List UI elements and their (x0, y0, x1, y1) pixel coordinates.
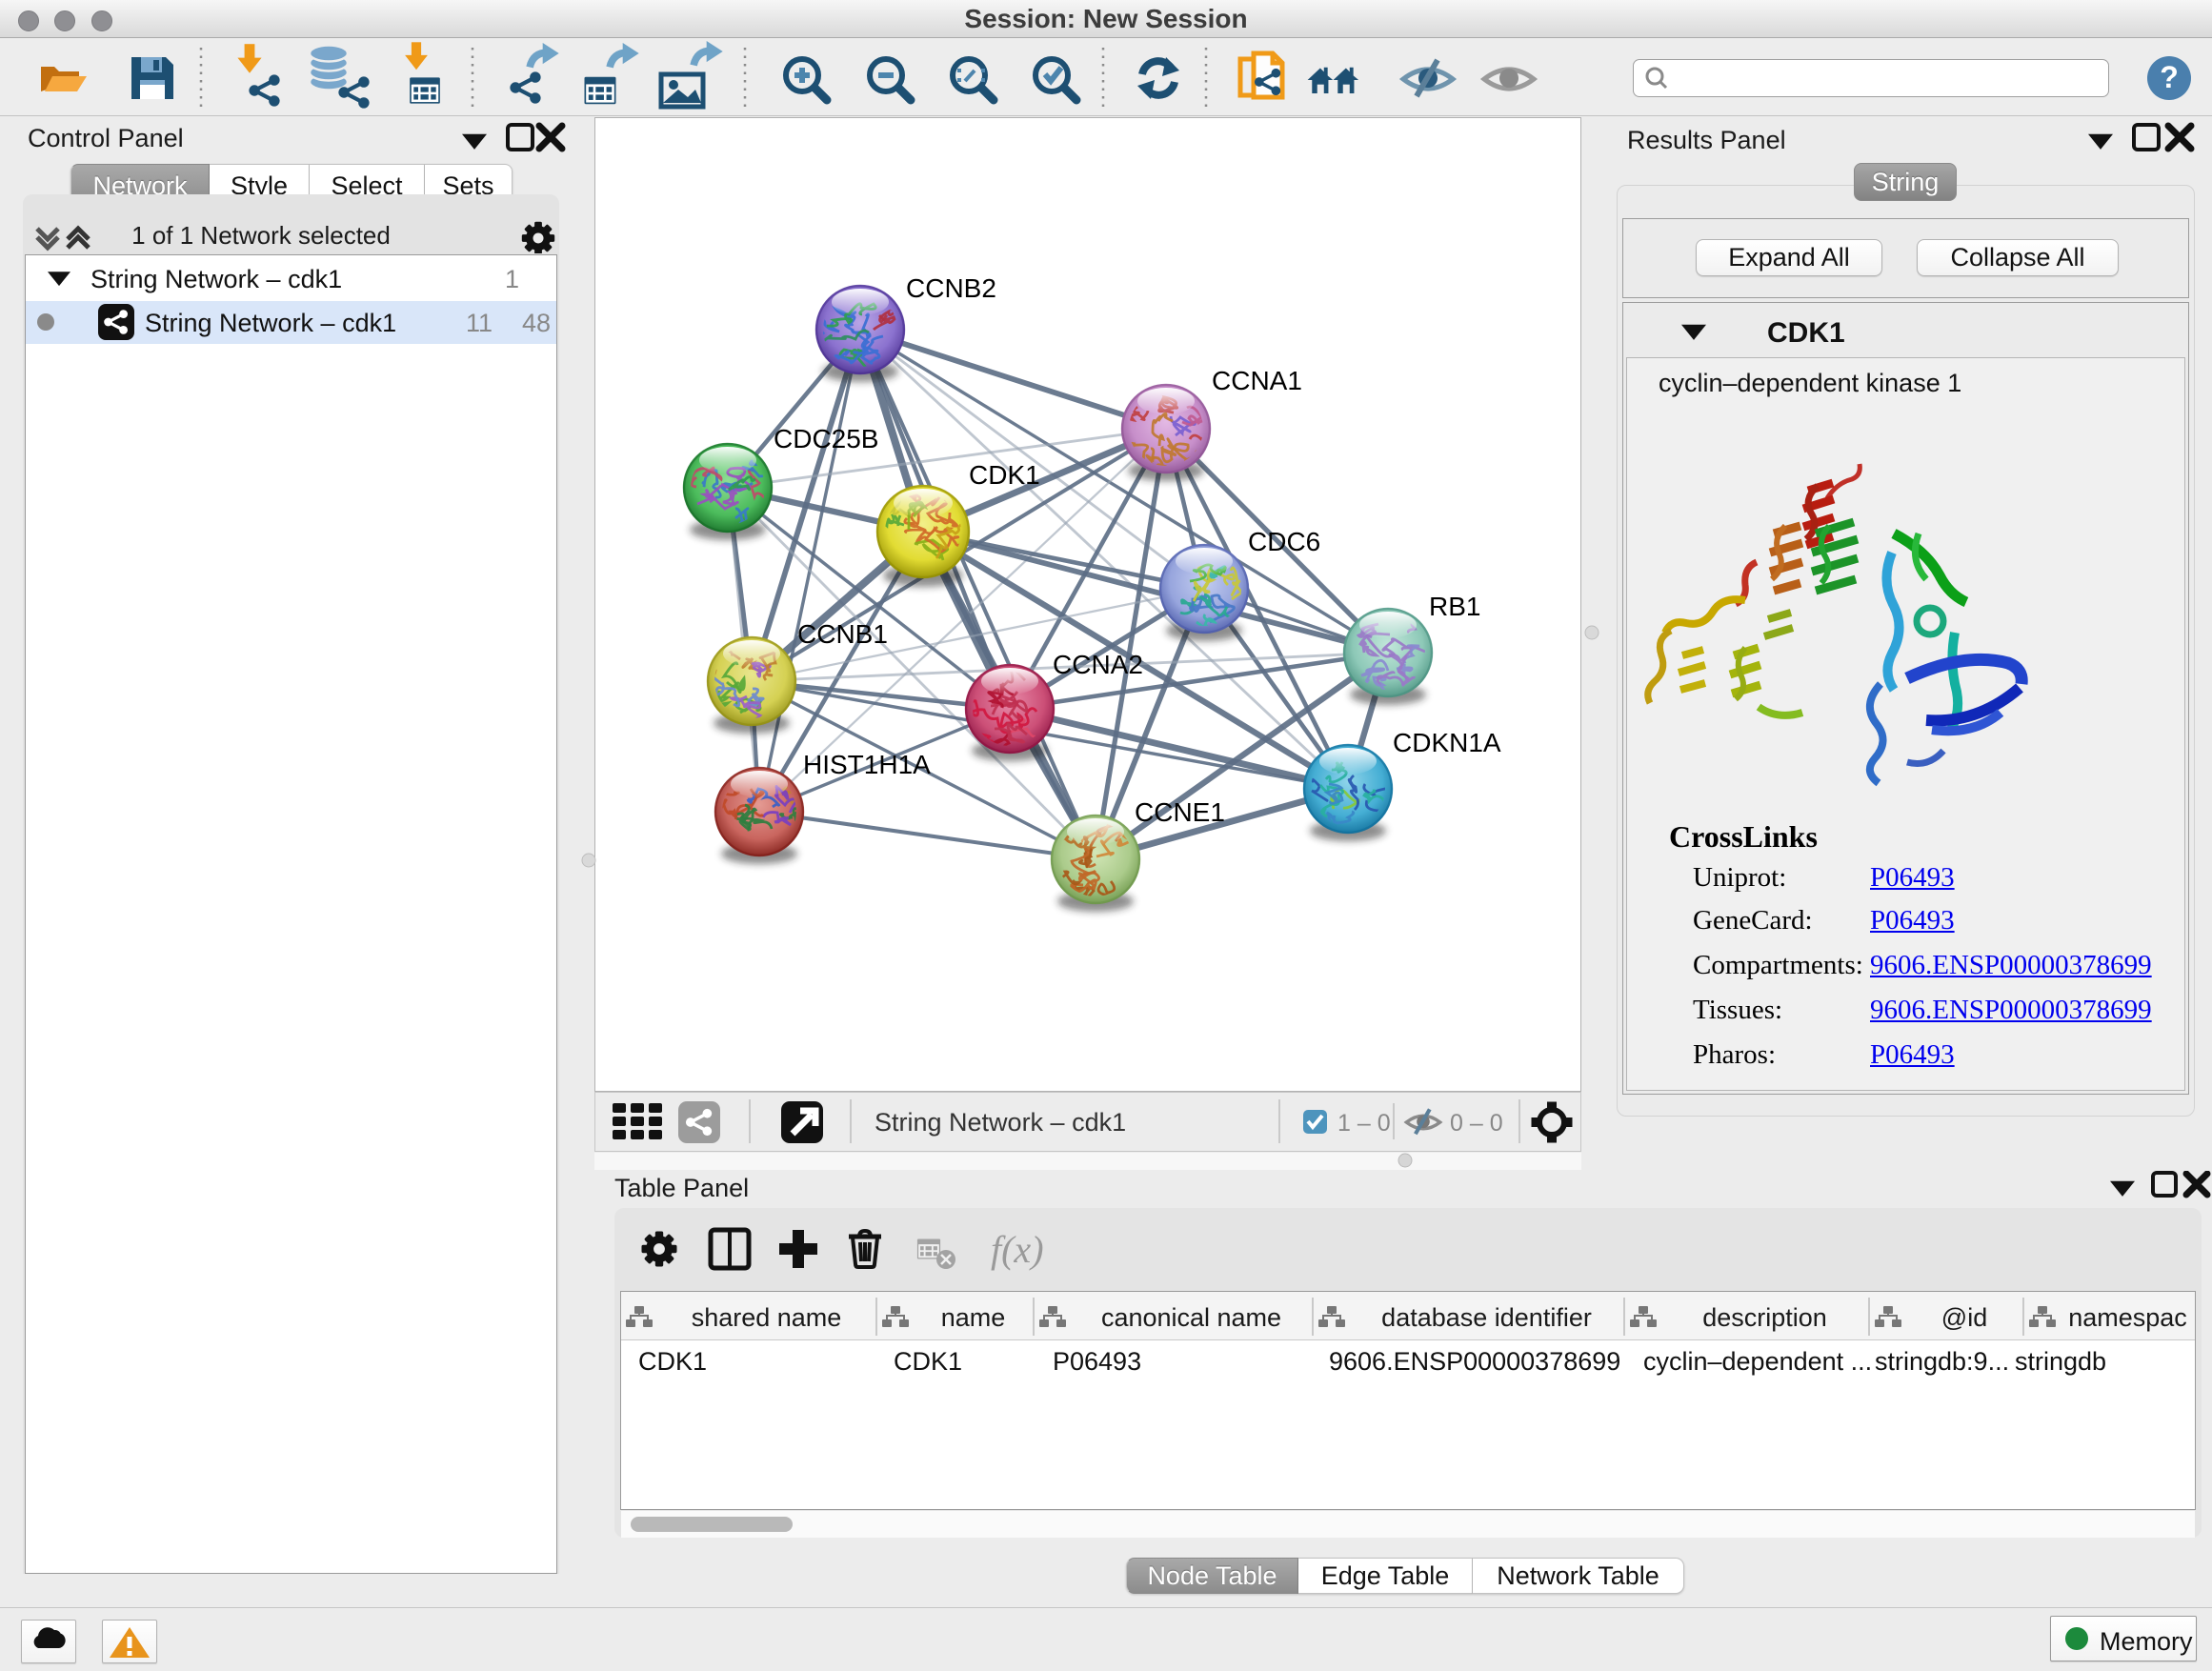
svg-text:CCNE1: CCNE1 (1135, 797, 1225, 827)
svg-text:RB1: RB1 (1429, 592, 1480, 621)
svg-text:f(x): f(x) (991, 1228, 1044, 1271)
svg-text:CCNA1: CCNA1 (1212, 366, 1302, 395)
svg-text:CDK1: CDK1 (969, 460, 1040, 490)
svg-text:CDKN1A: CDKN1A (1393, 728, 1501, 757)
svg-text:HIST1H1A: HIST1H1A (803, 750, 931, 779)
svg-text:CDC6: CDC6 (1248, 527, 1320, 556)
svg-text:CCNA2: CCNA2 (1053, 650, 1143, 679)
svg-text:CDC25B: CDC25B (774, 424, 878, 453)
svg-text:?: ? (2160, 60, 2179, 94)
svg-text:CCNB2: CCNB2 (906, 273, 996, 303)
svg-text:CCNB1: CCNB1 (797, 619, 888, 649)
